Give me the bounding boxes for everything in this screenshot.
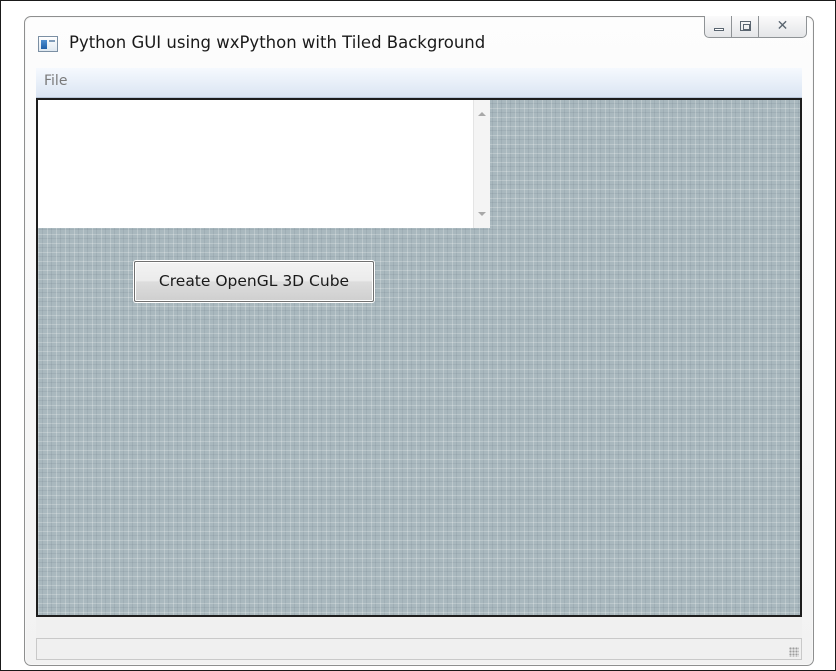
menu-bar: File: [36, 68, 802, 98]
caption-buttons: ✕: [704, 16, 807, 38]
window-title: Python GUI using wxPython with Tiled Bac…: [69, 33, 486, 52]
menu-file[interactable]: File: [40, 73, 71, 89]
title-bar[interactable]: Python GUI using wxPython with Tiled Bac…: [25, 16, 813, 69]
minimize-button[interactable]: [704, 16, 732, 38]
close-icon: ✕: [776, 18, 789, 34]
client-area: File Create OpenGL 3D Cube: [36, 68, 802, 660]
chevron-down-icon[interactable]: [478, 212, 486, 216]
maximize-button[interactable]: [732, 16, 759, 38]
status-bar: [36, 638, 802, 660]
resize-grip-icon[interactable]: [789, 647, 799, 657]
maximize-icon: [740, 21, 751, 31]
multiline-text-area[interactable]: [38, 100, 490, 228]
minimize-icon: [714, 28, 724, 31]
create-opengl-cube-button[interactable]: Create OpenGL 3D Cube: [134, 261, 374, 302]
chevron-up-icon[interactable]: [478, 112, 486, 116]
app-icon[interactable]: [38, 36, 58, 52]
app-window: Python GUI using wxPython with Tiled Bac…: [24, 16, 814, 666]
tiled-background-panel: Create OpenGL 3D Cube: [36, 98, 802, 617]
close-button[interactable]: ✕: [759, 16, 807, 38]
vertical-scrollbar[interactable]: [473, 100, 490, 228]
